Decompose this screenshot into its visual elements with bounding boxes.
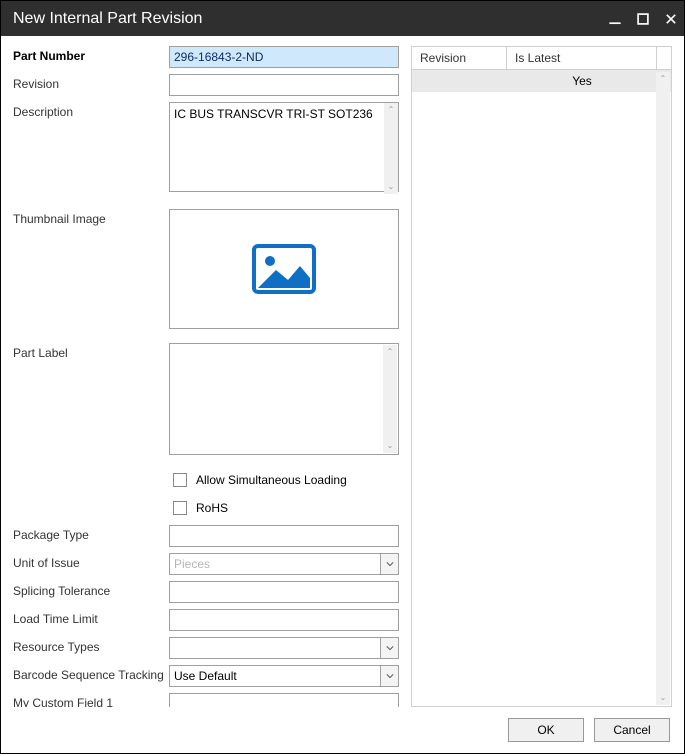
thumbnail-box[interactable] [169, 209, 399, 329]
description-label: Description [13, 102, 163, 119]
part-number-label: Part Number [13, 46, 163, 63]
unit-of-issue-dropdown[interactable]: Pieces [169, 553, 399, 575]
thumbnail-label: Thumbnail Image [13, 209, 163, 226]
table-row[interactable]: Yes [412, 70, 671, 92]
load-time-limit-label: Load Time Limit [13, 609, 163, 626]
resource-types-label: Resource Types [13, 637, 163, 654]
unit-of-issue-label: Unit of Issue [13, 553, 163, 570]
table-scrollbar[interactable]: ⌃⌄ [656, 72, 670, 705]
close-button[interactable] [664, 12, 678, 26]
allow-simultaneous-label: Allow Simultaneous Loading [196, 473, 347, 487]
table-header: Revision Is Latest [412, 47, 671, 70]
chevron-down-icon [380, 638, 398, 658]
part-label-scrollbar[interactable]: ⌃⌄ [383, 345, 397, 453]
resource-types-dropdown[interactable] [169, 637, 399, 659]
splicing-tolerance-input[interactable] [169, 581, 399, 603]
revision-label: Revision [13, 74, 163, 91]
titlebar: New Internal Part Revision [1, 1, 684, 36]
image-placeholder-icon [252, 244, 316, 294]
description-textarea[interactable]: IC BUS TRANSCVR TRI-ST SOT236 [169, 102, 399, 192]
package-type-label: Package Type [13, 525, 163, 542]
barcode-seq-dropdown[interactable]: Use Default [169, 665, 399, 687]
dialog-footer: OK Cancel [1, 707, 684, 753]
col-is-latest[interactable]: Is Latest [507, 47, 657, 69]
package-type-input[interactable] [169, 525, 399, 547]
splicing-tolerance-label: Splicing Tolerance [13, 581, 163, 598]
load-time-limit-input[interactable] [169, 609, 399, 631]
custom-field-1-label: My Custom Field 1 [13, 693, 163, 707]
revision-input[interactable] [169, 74, 399, 96]
rohs-checkbox[interactable] [173, 501, 187, 515]
cancel-button[interactable]: Cancel [594, 718, 670, 742]
form-panel: Part Number Revision Description IC BUS … [13, 46, 399, 707]
window-title: New Internal Part Revision [13, 10, 202, 28]
description-scrollbar[interactable]: ⌃⌄ [384, 103, 398, 194]
revisions-table: Revision Is Latest Yes ⌃⌄ [411, 46, 672, 707]
chevron-down-icon [380, 554, 398, 574]
part-label-textarea[interactable]: ⌃⌄ [169, 343, 399, 455]
custom-field-1-input[interactable] [169, 693, 399, 707]
chevron-down-icon [380, 666, 398, 686]
minimize-button[interactable] [608, 12, 622, 26]
part-number-input[interactable] [169, 46, 399, 68]
col-revision[interactable]: Revision [412, 47, 507, 69]
allow-simultaneous-checkbox[interactable] [173, 473, 187, 487]
dialog-window: New Internal Part Revision Part Number R… [0, 0, 685, 754]
barcode-seq-label: Barcode Sequence Tracking [13, 665, 163, 682]
part-label-label: Part Label [13, 343, 163, 360]
maximize-button[interactable] [636, 12, 650, 26]
ok-button[interactable]: OK [508, 718, 584, 742]
rohs-label: RoHS [196, 501, 228, 515]
